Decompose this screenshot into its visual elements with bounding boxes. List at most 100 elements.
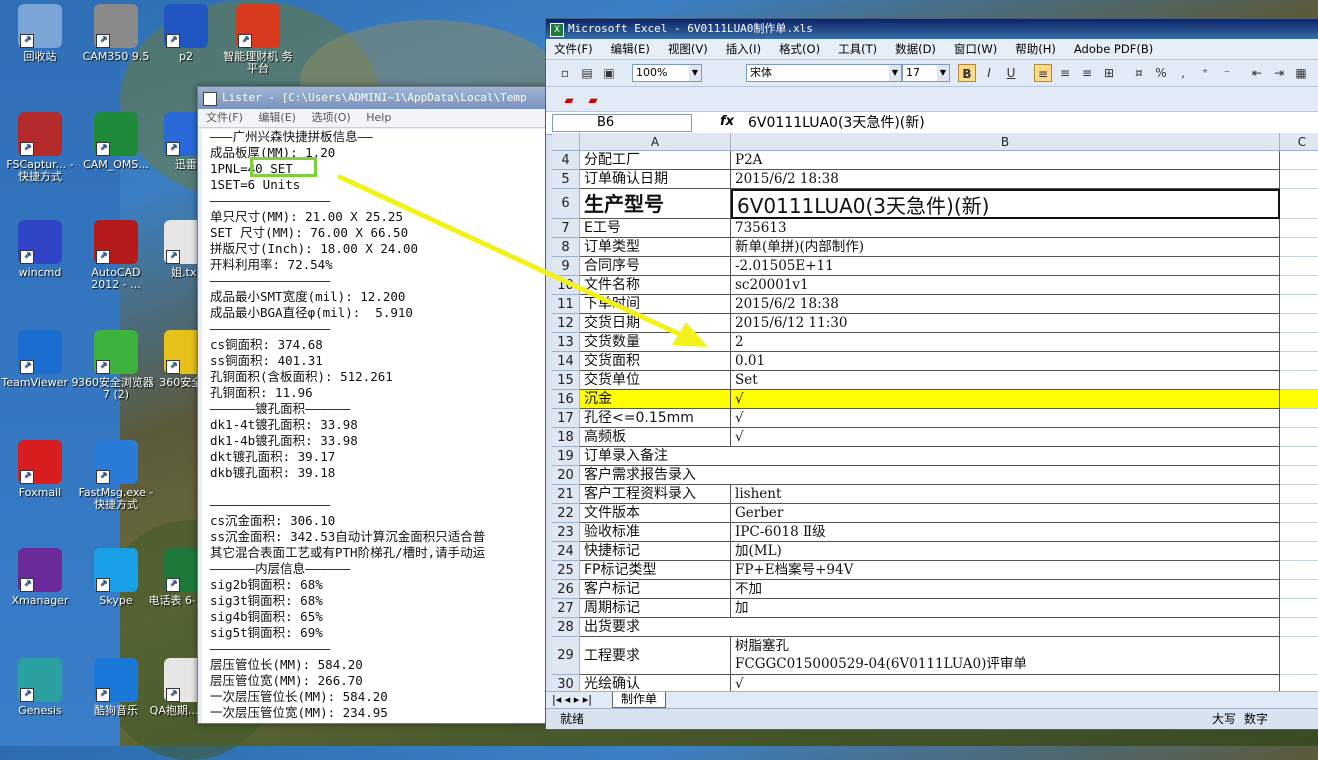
cell-label[interactable]: 工程要求 [580,637,731,675]
cell-empty[interactable] [1280,238,1318,257]
cell-value[interactable]: 加(ML) [731,542,1280,561]
cell-value[interactable]: 树脂塞孔 FCGGC015000529-04(6V0111LUA0)评审单 [731,637,1280,675]
row-header[interactable]: 27 [552,599,580,618]
align-center-icon[interactable]: ≡ [1056,64,1074,82]
row-header[interactable]: 29 [552,637,580,675]
cell-empty[interactable] [1280,390,1318,409]
lister-menu-file[interactable]: 文件(F) [206,111,243,124]
cell-label[interactable]: 出货要求 [580,618,1280,637]
row-header[interactable]: 28 [552,618,580,637]
cell-label[interactable]: 客户需求报告录入 [580,466,1280,485]
spreadsheet-grid[interactable]: A B C 4 分配工厂 P2A 5 订单确认日期 2015/6/2 18:38 6 生产型号… [552,133,1318,693]
row-header[interactable]: 5 [552,170,580,189]
pdf-convert-icon[interactable]: ▰ [560,91,578,109]
tab-scroll-icon[interactable]: |◂ ◂ ▸ ▸| [552,692,592,708]
cell-label[interactable]: 客户工程资料录入 [580,485,731,504]
select-all-corner[interactable] [552,133,580,151]
desktop-icon[interactable]: ↗ Skype [76,548,156,607]
row-header[interactable]: 14 [552,352,580,371]
cell-label[interactable]: 订单录入备注 [580,447,1280,466]
desktop-icon[interactable]: ↗ FSCaptur... - 快捷方式 [0,112,80,183]
excel-menu-item[interactable]: Adobe PDF(B) [1074,42,1153,56]
cell-empty[interactable] [1280,561,1318,580]
row-header[interactable]: 22 [552,504,580,523]
desktop-icon[interactable]: ↗ 酷狗音乐 [76,658,156,717]
decrease-decimal-icon[interactable]: ⁻ [1218,64,1236,82]
cell-empty[interactable] [1280,580,1318,599]
row-header[interactable]: 4 [552,151,580,170]
new-icon[interactable]: ▫ [556,64,574,82]
row-header[interactable]: 7 [552,219,580,238]
cell-label[interactable]: 交货数量 [580,333,731,352]
cell-empty[interactable] [1280,219,1318,238]
cell-empty[interactable] [1280,599,1318,618]
excel-menu-item[interactable]: 工具(T) [838,42,877,56]
excel-menu-item[interactable]: 数据(D) [895,42,936,56]
lister-text-content[interactable]: ———广州兴森快捷拼板信息—— 成品板厚(MM): 1.20 1PNL=40 SET… [202,129,548,723]
cell-value[interactable]: FP+E档案号+94V [731,561,1280,580]
cell-value[interactable]: IPC-6018 Ⅱ级 [731,523,1280,542]
cell-empty[interactable] [1280,295,1318,314]
cell-empty[interactable] [1280,466,1318,485]
row-header[interactable]: 11 [552,295,580,314]
row-header[interactable]: 25 [552,561,580,580]
increase-decimal-icon[interactable]: ⁺ [1196,64,1214,82]
cell-label[interactable]: 分配工厂 [580,151,731,170]
cell-label[interactable]: 下单时间 [580,295,731,314]
cell-label[interactable]: 周期标记 [580,599,731,618]
excel-menu-item[interactable]: 格式(O) [779,42,820,56]
excel-menu-item[interactable]: 编辑(E) [611,42,650,56]
cell-label[interactable]: 沉金 [580,390,731,409]
desktop-icon[interactable]: ↗ FastMsg.exe - 快捷方式 [76,440,156,511]
borders-icon[interactable]: ▦ [1292,64,1310,82]
cell-empty[interactable] [1280,276,1318,295]
comma-icon[interactable]: , [1174,64,1192,82]
formula-input[interactable]: 6V0111LUA0(3天急件)(新) [748,114,925,132]
desktop-icon[interactable]: ↗ Genesis [0,658,80,717]
cell-label[interactable]: 文件版本 [580,504,731,523]
cell-value[interactable]: 735613 [731,219,1280,238]
desktop-icon[interactable]: ↗ 回收站 [0,4,80,63]
cell-empty[interactable] [1280,428,1318,447]
cell-value[interactable]: 6V0111LUA0(3天急件)(新) [731,189,1280,219]
open-icon[interactable]: ▤ [578,64,596,82]
cell-value[interactable]: -2.01505E+11 [731,257,1280,276]
row-header[interactable]: 20 [552,466,580,485]
cell-empty[interactable] [1280,447,1318,466]
cell-value[interactable]: Set [731,371,1280,390]
cell-value[interactable]: P2A [731,151,1280,170]
cell-value[interactable]: 不加 [731,580,1280,599]
cell-label[interactable]: 文件名称 [580,276,731,295]
desktop-icon[interactable]: ↗ wincmd [0,220,80,279]
column-header-a[interactable]: A [580,133,731,151]
row-header[interactable]: 23 [552,523,580,542]
row-header[interactable]: 21 [552,485,580,504]
save-icon[interactable]: ▣ [600,64,618,82]
underline-button[interactable]: U [1002,64,1020,82]
cell-value[interactable]: Gerber [731,504,1280,523]
desktop-icon[interactable]: ↗ Foxmail [0,440,80,499]
cell-value[interactable]: 2015/6/2 18:38 [731,295,1280,314]
cell-empty[interactable] [1280,409,1318,428]
desktop-icon[interactable]: ↗ 360安全浏览器7 (2) [76,330,156,401]
excel-menu-item[interactable]: 帮助(H) [1015,42,1056,56]
cell-label[interactable]: 客户标记 [580,580,731,599]
row-header[interactable]: 16 [552,390,580,409]
cell-value[interactable]: 2015/6/2 18:38 [731,170,1280,189]
cell-label[interactable]: 孔径<=0.15mm [580,409,731,428]
currency-icon[interactable]: ¤ [1130,64,1148,82]
excel-menu-item[interactable]: 插入(I) [726,42,761,56]
row-header[interactable]: 15 [552,371,580,390]
cell-label[interactable]: 生产型号 [580,189,731,219]
increase-indent-icon[interactable]: ⇥ [1270,64,1288,82]
cell-label[interactable]: 交货面积 [580,352,731,371]
cell-value[interactable]: √ [731,409,1280,428]
cell-value[interactable]: √ [731,390,1280,409]
cell-label[interactable]: 订单确认日期 [580,170,731,189]
cell-value[interactable]: 0.01 [731,352,1280,371]
excel-window[interactable]: X Microsoft Excel - 6V0111LUA0制作单.xls 文件… [545,18,1318,730]
italic-button[interactable]: I [980,64,998,82]
column-header-b[interactable]: B [731,133,1280,151]
row-header[interactable]: 12 [552,314,580,333]
cell-empty[interactable] [1280,637,1318,675]
